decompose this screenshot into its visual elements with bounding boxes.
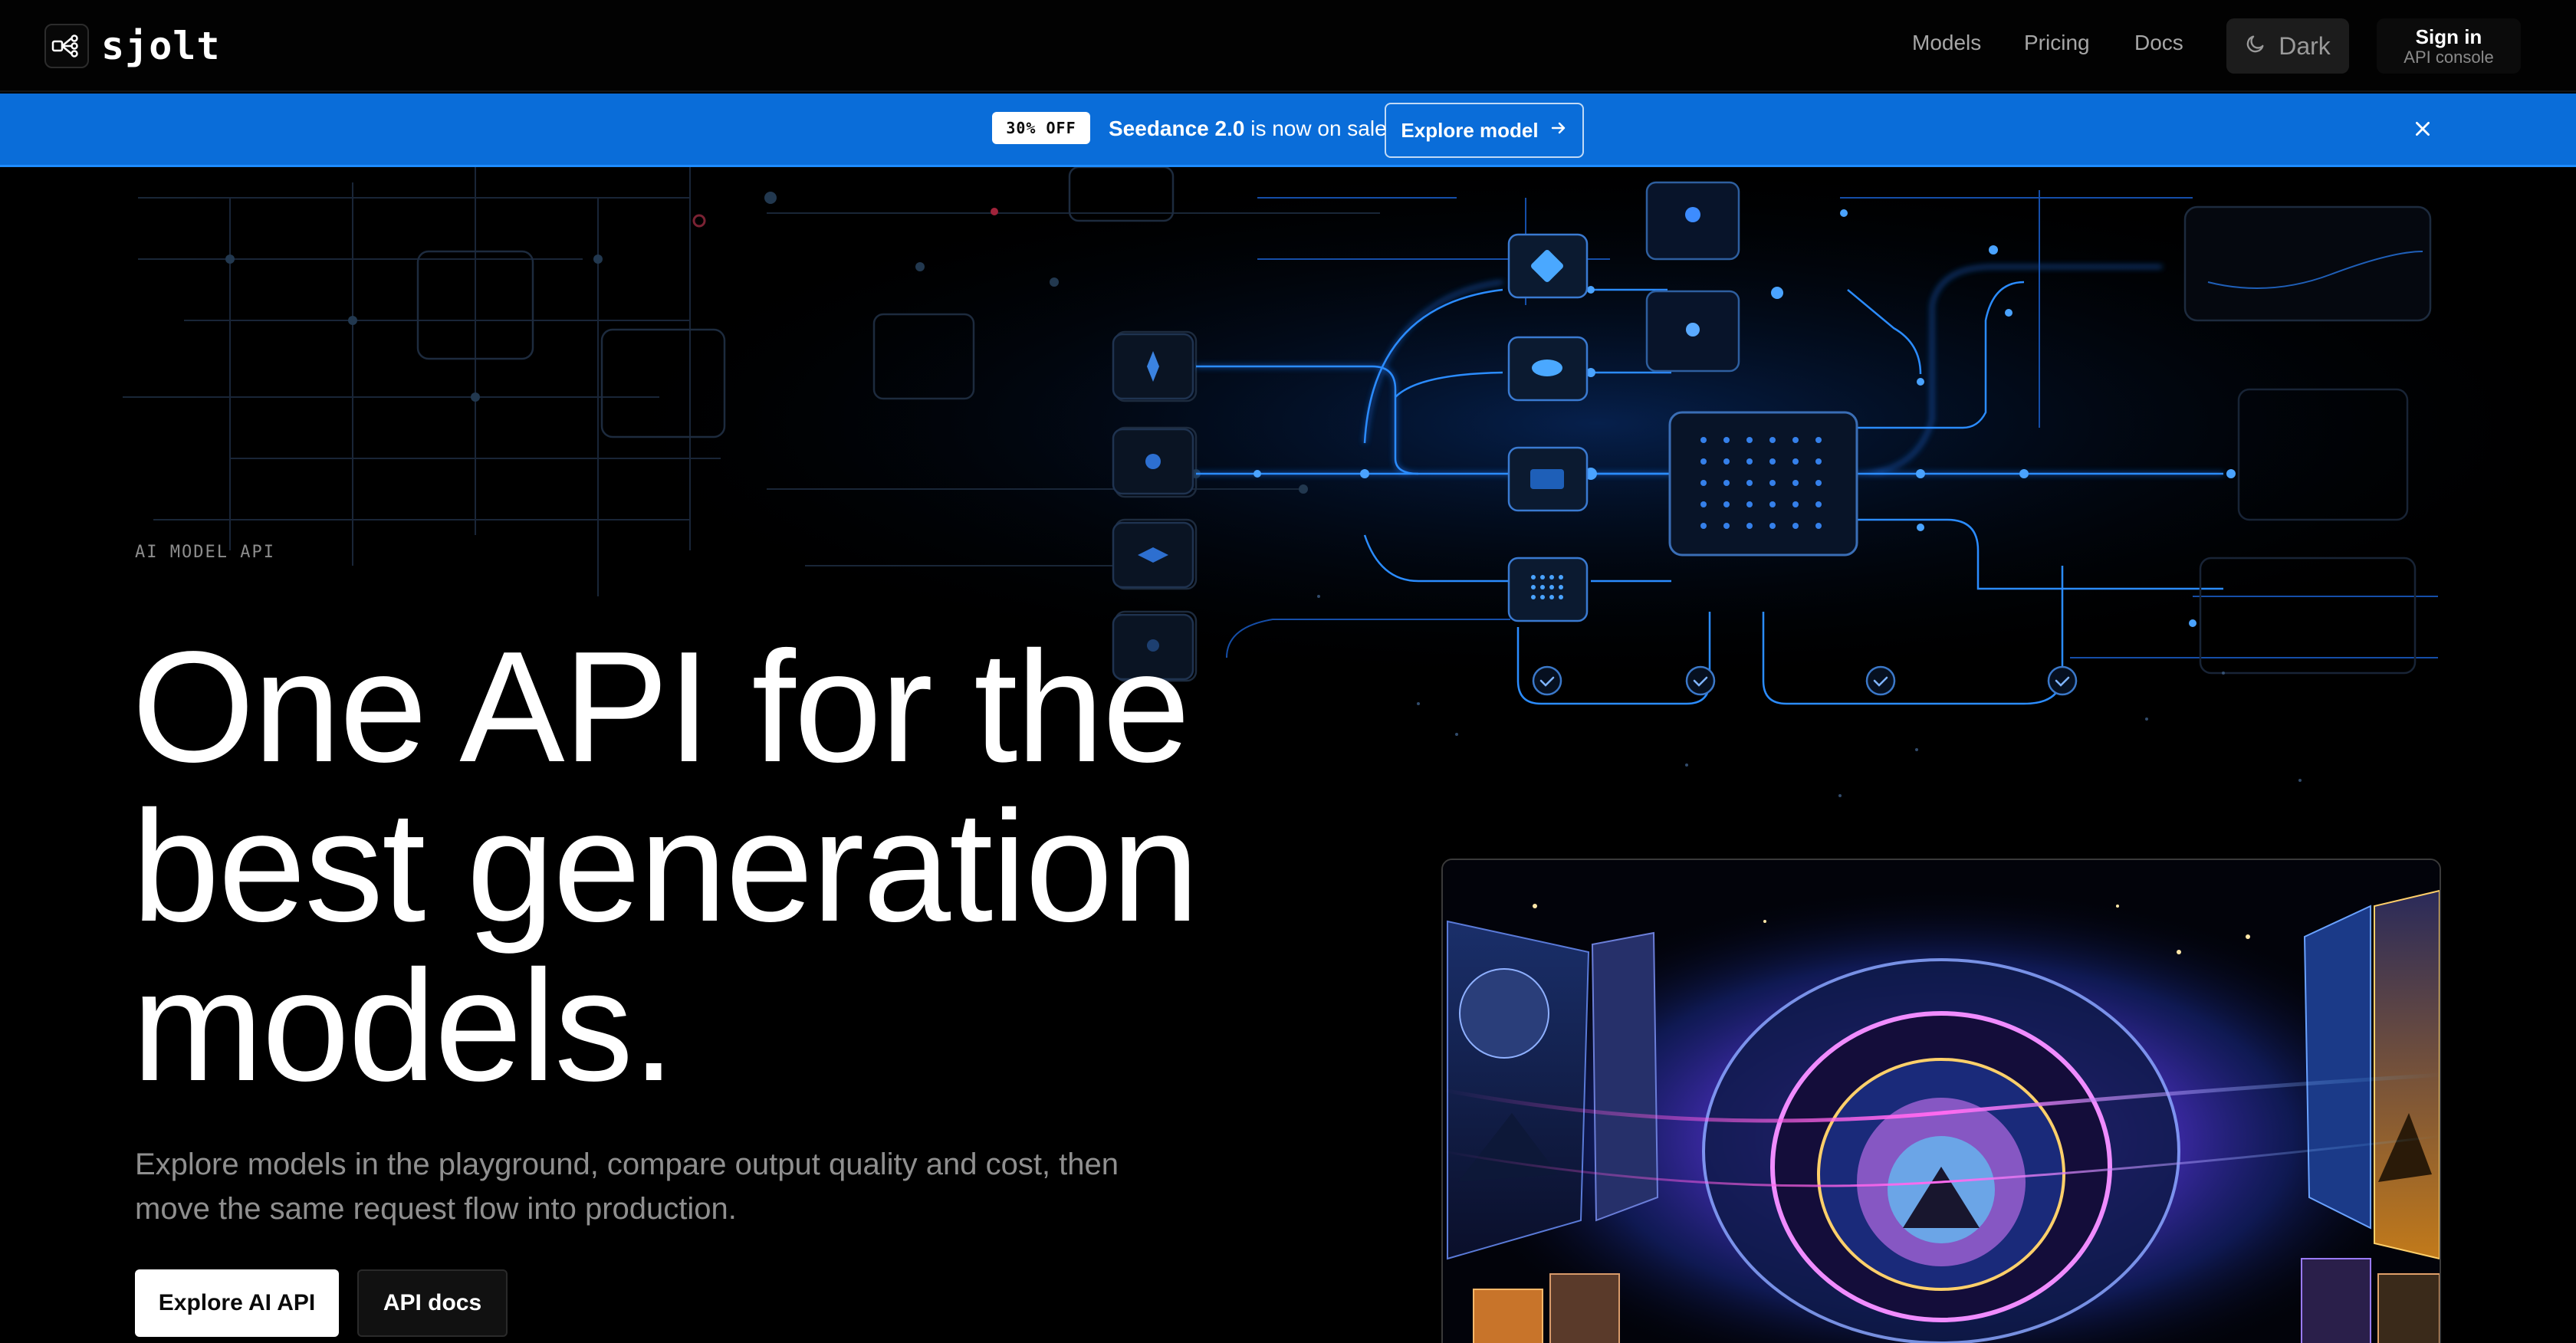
theme-toggle-label: Dark [2279,31,2331,60]
promo-banner: 30% OFF Seedance 2.0 is now on sale Expl… [0,94,2576,167]
banner-model-name: Seedance 2.0 [1109,117,1245,140]
hero-headline: One API for the best generation models. [132,627,1359,1105]
hero-subcopy: Explore models in the playground, compar… [135,1148,1119,1226]
sign-in-button[interactable]: Sign in API console [2377,18,2521,74]
explore-ai-api-button[interactable]: Explore AI API [135,1269,339,1337]
logo-text: sjolt [101,24,221,68]
hero-headline-line-2: best generation [132,778,1199,954]
close-banner-button[interactable] [2404,112,2441,149]
hero-showcase-image [1441,859,2441,1343]
top-nav: sjolt Models Pricing Docs Dark Sign in A… [0,0,2576,92]
banner-message-text: is now on sale [1244,117,1387,140]
explore-model-button[interactable]: Explore model [1385,103,1584,158]
close-icon [2413,119,2433,143]
logo-icon [44,24,89,68]
hero-headline-line-3: models. [132,937,675,1114]
theme-toggle-button[interactable]: Dark [2226,18,2349,74]
sign-in-label: Sign in [2415,25,2482,48]
brand-logo[interactable]: sjolt [44,23,221,69]
nav-link-docs[interactable]: Docs [2134,31,2183,55]
nav-link-models[interactable]: Models [1912,31,1981,55]
api-docs-button[interactable]: API docs [357,1269,508,1337]
nav-link-pricing[interactable]: Pricing [2024,31,2090,55]
discount-badge: 30% OFF [992,112,1090,144]
explore-model-label: Explore model [1401,118,1539,142]
page: sjolt Models Pricing Docs Dark Sign in A… [0,0,2576,1343]
banner-message: Seedance 2.0 is now on sale [1109,117,1387,141]
arrow-right-icon [1549,119,1568,143]
hero-headline-line-1: One API for the [132,619,1191,795]
moon-icon [2245,32,2266,61]
hero-eyebrow: AI MODEL API [135,543,275,562]
sign-in-sublabel: API console [2404,48,2494,67]
